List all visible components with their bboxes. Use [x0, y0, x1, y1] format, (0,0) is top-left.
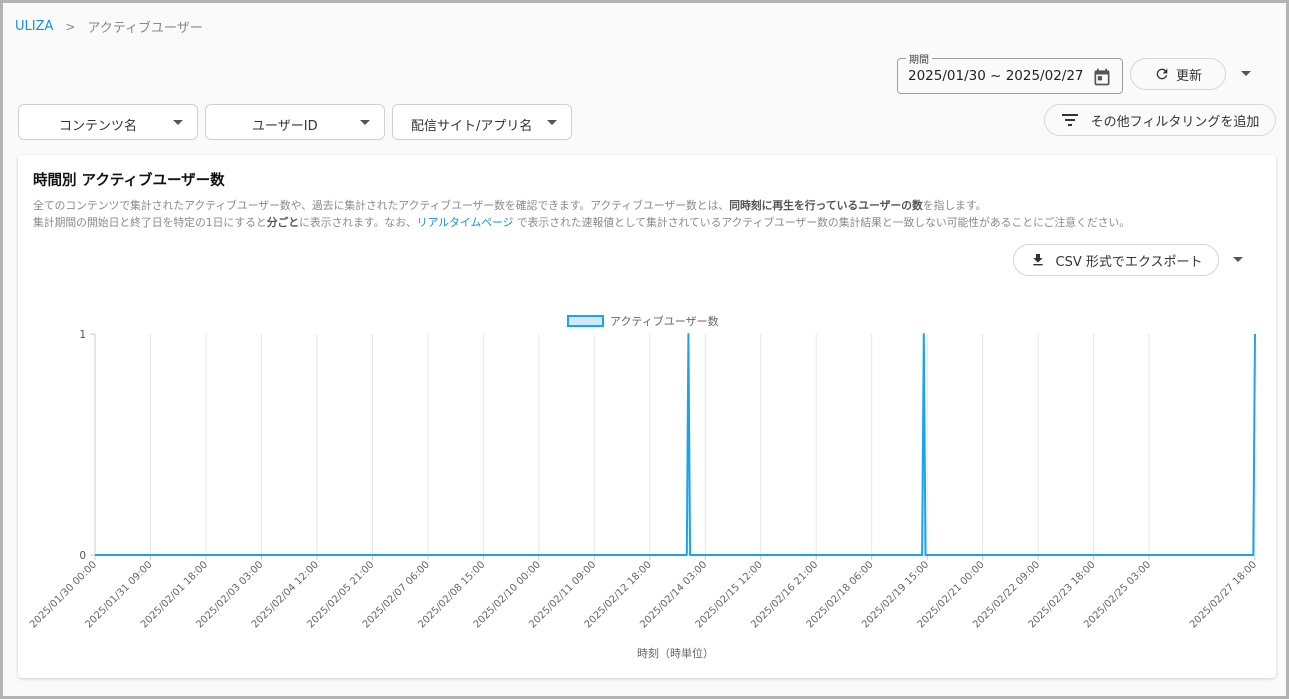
content-name-filter-label: コンテンツ名 — [59, 119, 138, 134]
user-id-filter-label: ユーザーID — [252, 119, 318, 134]
user-id-filter[interactable]: ユーザーID — [205, 104, 385, 140]
refresh-button[interactable]: 更新 — [1130, 58, 1226, 90]
period-value: 2025/01/30 ~ 2025/02/27 — [908, 68, 1084, 84]
x-axis-title: 時刻（時単位） — [637, 647, 714, 660]
refresh-label: 更新 — [1175, 68, 1202, 84]
add-filter-label: その他フィルタリングを追加 — [1090, 114, 1260, 130]
chevron-down-icon — [547, 120, 557, 125]
x-tick-label: 2025/02/27 18:00 — [1188, 559, 1259, 630]
add-filter-button[interactable]: その他フィルタリングを追加 — [1044, 104, 1276, 136]
period-date-range-field[interactable]: 期間 2025/01/30 ~ 2025/02/27 — [897, 51, 1123, 94]
breadcrumb-separator: > — [65, 19, 76, 34]
calendar-icon[interactable] — [1092, 67, 1112, 87]
filter-icon — [1061, 114, 1078, 126]
breadcrumb: ULIZA > アクティブユーザー — [15, 17, 203, 36]
content-name-filter[interactable]: コンテンツ名 — [18, 104, 198, 140]
breadcrumb-current: アクティブユーザー — [87, 21, 203, 36]
y-tick-label: 0 — [79, 550, 86, 562]
chevron-down-icon — [360, 120, 370, 125]
site-app-filter[interactable]: 配信サイト/アプリ名 — [392, 104, 572, 140]
refresh-icon — [1156, 68, 1168, 80]
refresh-options-dropdown[interactable] — [1241, 71, 1251, 76]
period-label: 期間 — [906, 51, 932, 66]
series-line-active-users — [95, 333, 1256, 556]
breadcrumb-root-link[interactable]: ULIZA — [15, 19, 53, 34]
y-tick-label: 1 — [79, 329, 86, 341]
active-users-line-chart: 2025/01/30 00:002025/01/31 09:002025/02/… — [28, 329, 1259, 631]
series-area — [95, 334, 1255, 555]
site-app-filter-label: 配信サイト/アプリ名 — [411, 119, 533, 134]
active-users-card: 時間別 アクティブユーザー数 全てのコンテンツで集計されたアクティブユーザー数や… — [18, 155, 1276, 678]
chevron-down-icon — [173, 120, 183, 125]
app-frame: ULIZA > アクティブユーザー 期間 2025/01/30 ~ 2025/0… — [0, 0, 1289, 699]
